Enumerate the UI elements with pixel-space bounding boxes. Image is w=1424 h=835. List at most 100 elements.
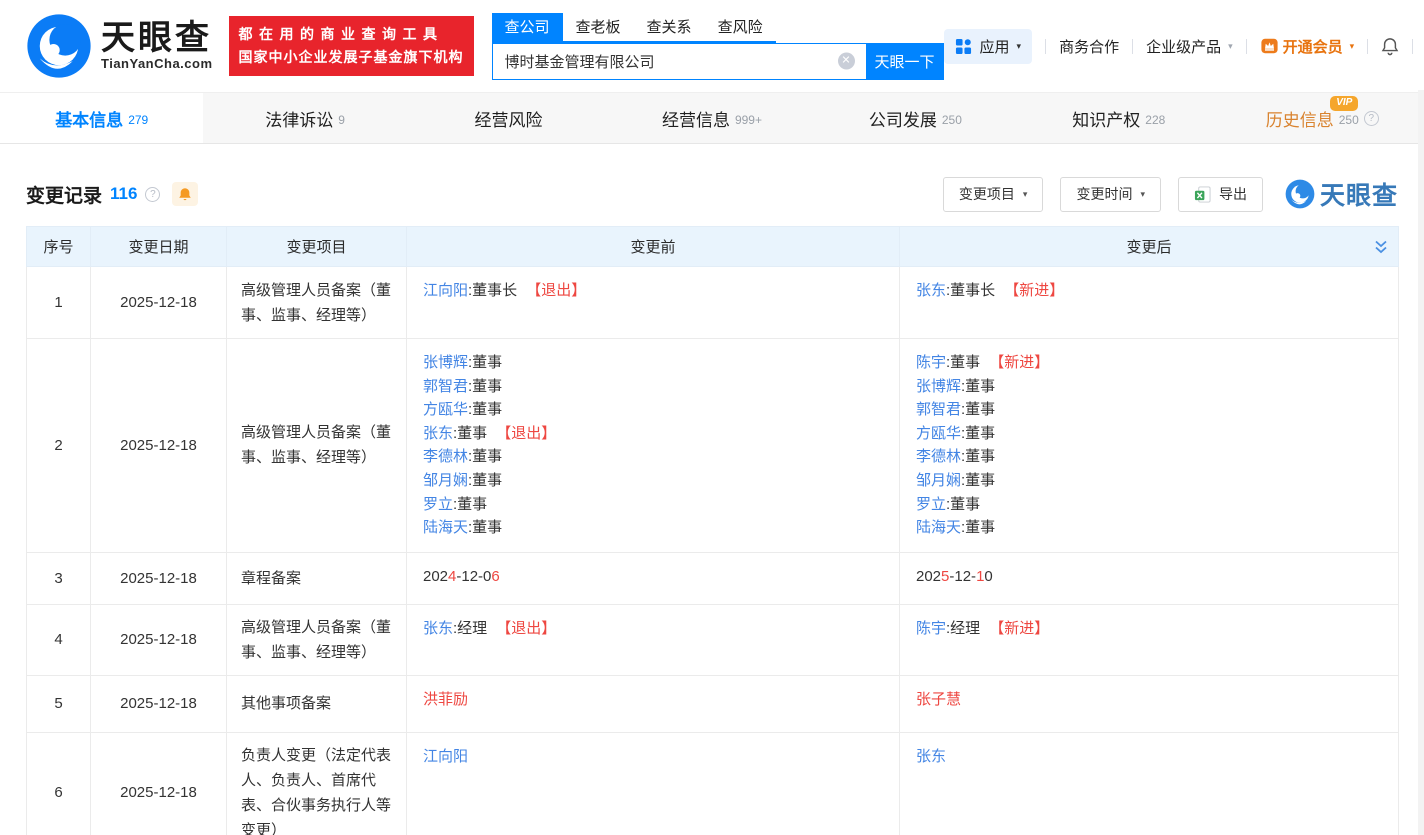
entity-link[interactable]: 李德林 [423, 448, 468, 465]
cell-line: 张博辉:董事 [916, 375, 1382, 399]
change-status-tag: 【退出】 [496, 619, 557, 637]
clear-search-icon[interactable]: ✕ [837, 52, 855, 70]
search-tab-relation[interactable]: 查关系 [634, 13, 705, 41]
cell-line: 方瓯华:董事 [916, 422, 1382, 446]
cell-line: 2024-12-06 [423, 565, 883, 589]
table-row: 1 2025-12-18 高级管理人员备案（董事、监事、经理等） 江向阳:董事长 【退出… [26, 266, 1399, 339]
entity-link[interactable]: 罗立 [423, 496, 453, 513]
company-tabs: 基本信息 279 法律诉讼 9 经营风险 经营信息 999+ 公司发展 250 知识产权 228 历史… [0, 92, 1424, 144]
column-header: 变更日期 [90, 226, 227, 267]
cell-text: :董事 [946, 495, 981, 513]
tianyancha-logo-icon [27, 14, 91, 78]
tab-intellectual-property[interactable]: 知识产权 228 [1017, 93, 1220, 143]
change-after-cell: 陈宇:董事 【新进】 张博辉:董事 郭智君:董事 方瓯华:董事 李德林:董事 邹月娴:董事罗… [899, 338, 1399, 553]
search-tab-company[interactable]: 查公司 [491, 12, 563, 41]
entity-link[interactable]: 郭智君 [916, 401, 961, 418]
tab-history-info[interactable]: 历史信息 250? VIP [1221, 93, 1424, 143]
tab-company-development[interactable]: 公司发展 250 [814, 93, 1017, 143]
entity-link[interactable]: 张博辉 [423, 354, 468, 371]
tab-business-info[interactable]: 经营信息 999+ [610, 93, 813, 143]
change-date: 2025-12-18 [90, 674, 227, 733]
entity-link[interactable]: 张博辉 [916, 378, 961, 395]
cell-line: 李德林:董事 [423, 445, 883, 469]
entity-link[interactable]: 江向阳 [423, 282, 468, 299]
nav-enterprise-products[interactable]: 企业级产品 ▾ [1146, 36, 1233, 57]
cell-text: :董事 [961, 448, 996, 466]
help-icon[interactable]: ? [145, 186, 161, 202]
cell-text: :董事 [946, 354, 981, 371]
column-header: 变更后 [899, 226, 1399, 267]
scrollbar[interactable] [1418, 90, 1424, 835]
collapse-all-icon[interactable] [1374, 239, 1388, 255]
promo-badge: 都在用的商业查询工具 国家中小企业发展子基金旗下机构 [228, 15, 474, 77]
change-after-cell: 张东:董事长 【新进】 [899, 266, 1399, 339]
nav-business-cooperation[interactable]: 商务合作 [1059, 36, 1119, 57]
column-header-label: 变更日期 [128, 239, 189, 256]
search-tab-boss[interactable]: 查老板 [563, 13, 634, 41]
tab-count: 250 [941, 112, 962, 127]
entity-link[interactable]: 陈宇 [916, 354, 946, 371]
cell-line: 邹月娴:董事 [916, 469, 1382, 493]
section-actions: 变更项目 ▾ 变更时间 ▾ 导出 天眼查 [926, 176, 1398, 212]
change-after-cell: 张东 [899, 731, 1399, 835]
cell-text: :董事长 [946, 282, 996, 299]
change-after-cell: 张子慧 [899, 674, 1399, 733]
cell-line: 方瓯华:董事 [423, 398, 883, 422]
change-item: 高级管理人员备案（董事、监事、经理等） [226, 603, 407, 676]
change-after-cell: 陈宇:经理 【新进】 [899, 603, 1399, 676]
entity-link[interactable]: 张东 [423, 620, 453, 637]
section-count: 116 [110, 184, 138, 203]
search-input[interactable] [491, 42, 866, 80]
entity-link[interactable]: 郭智君 [423, 378, 468, 395]
tab-legal-litigation[interactable]: 法律诉讼 9 [203, 93, 406, 143]
apps-grid-icon [955, 38, 971, 54]
cell-line: 郭智君:董事 [916, 398, 1382, 422]
entity-link[interactable]: 方瓯华 [423, 401, 468, 418]
tianyancha-watermark: 天眼查 [1285, 176, 1398, 212]
tab-basic-info[interactable]: 基本信息 279 [0, 93, 204, 143]
search-tab-risk[interactable]: 查风险 [705, 13, 776, 41]
cell-text: :董事 [468, 377, 503, 395]
cell-text: :经理 [453, 619, 488, 637]
entity-link[interactable]: 方瓯华 [916, 425, 961, 442]
divider [1412, 38, 1414, 54]
entity-link[interactable]: 陆海天 [916, 519, 961, 536]
entity-link[interactable]: 邹月娴 [423, 472, 468, 489]
entity-link[interactable]: 李德林 [916, 448, 961, 465]
entity-link[interactable]: 张东 [423, 425, 453, 442]
cell-line: 张东:经理 【退出】 [423, 617, 883, 641]
entity-link[interactable]: 陈宇 [916, 620, 946, 637]
tianyancha-logo[interactable]: 天眼查 TianYanCha.com [26, 13, 213, 79]
cell-line: 陈宇:经理 【新进】 [916, 617, 1382, 641]
monitor-bell-button[interactable] [172, 182, 199, 206]
notification-bell-button[interactable] [1381, 37, 1399, 56]
change-date: 2025-12-18 [90, 603, 227, 676]
column-header: 变更项目 [226, 226, 407, 267]
help-icon[interactable]: ? [1363, 110, 1379, 126]
filter-change-time-button[interactable]: 变更时间 ▾ [1060, 176, 1161, 212]
filter-change-item-button[interactable]: 变更项目 ▾ [942, 176, 1044, 212]
changed-text: 6 [491, 567, 500, 585]
entity-link[interactable]: 罗立 [916, 496, 946, 513]
entity-link[interactable]: 邹月娴 [916, 472, 961, 489]
entity-link[interactable]: 陆海天 [423, 519, 468, 536]
nav-open-vip[interactable]: 开通会员 ▾ [1260, 36, 1354, 57]
table-row: 3 2025-12-18 章程备案 2024-12-06 2025-12-10 [26, 551, 1399, 605]
cell-line: 张东:董事长 【新进】 [916, 279, 1382, 303]
apps-menu[interactable]: 应用 ▾ [943, 28, 1033, 64]
search-button[interactable]: 天眼一下 [865, 42, 944, 80]
change-before-cell: 张东:经理 【退出】 [406, 603, 900, 676]
tab-label: 经营信息 [661, 110, 730, 130]
cell-line: 李德林:董事 [916, 445, 1382, 469]
tab-operation-risk[interactable]: 经营风险 [407, 93, 610, 143]
export-button[interactable]: 导出 [1177, 176, 1263, 212]
watermark-text: 天眼查 [1319, 182, 1398, 210]
divider [1045, 38, 1047, 54]
section-title: 变更记录 [26, 185, 103, 207]
change-item: 章程备案 [226, 551, 407, 605]
cell-line: 陈宇:董事 【新进】 [916, 351, 1382, 375]
entity-link[interactable]: 江向阳 [423, 748, 468, 765]
cell-text: :董事 [453, 424, 488, 442]
entity-link[interactable]: 张东 [916, 748, 946, 765]
entity-link[interactable]: 张东 [916, 282, 946, 299]
